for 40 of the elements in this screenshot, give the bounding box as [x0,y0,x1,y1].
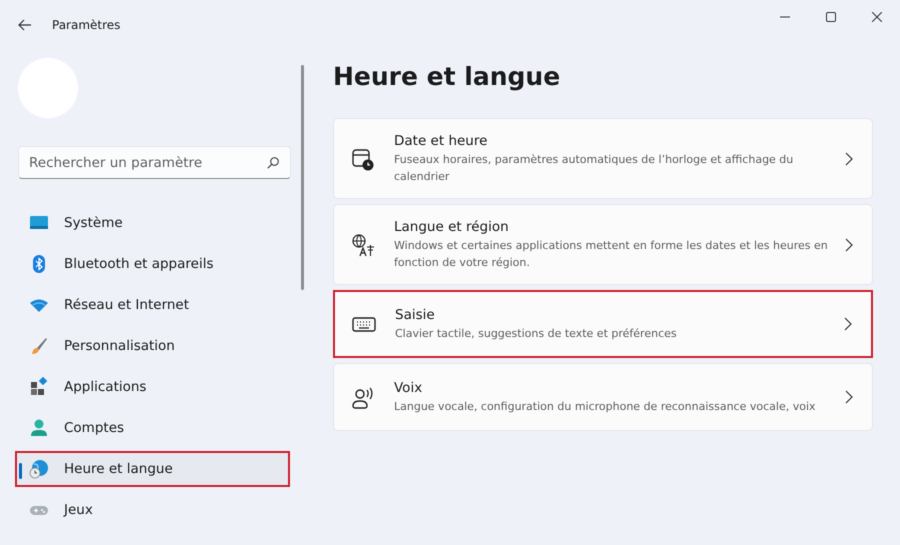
chevron-right-icon [843,317,853,331]
card-title: Saisie [395,306,436,322]
maximize-icon [826,12,836,22]
chevron-right-icon [844,238,854,252]
sidebar-item[interactable]: Bluetooth et appareils [15,246,290,282]
selection-indicator [19,463,22,479]
sidebar-item[interactable]: Système [15,205,290,241]
back-arrow-icon [18,19,32,31]
chevron-right-icon [844,152,854,166]
settings-card[interactable]: Date et heure Fuseaux horaires, paramètres automatiques de l’horloge et affichage du calendrier [333,118,873,199]
sidebar-item[interactable]: Réseau et Internet [15,287,290,323]
person-icon [29,418,49,438]
settings-card[interactable]: Voix Langue vocale, configuration du microphone de reconnaissance vocale, voix [333,363,873,431]
settings-card[interactable]: Saisie Clavier tactile, suggestions de texte et préférences [333,290,873,358]
globe-clock-icon [29,459,49,479]
close-icon [872,12,882,22]
settings-card[interactable]: Langue et région Windows et certaines applications mettent en forme les dates et les heures en fonction de votre région. [333,204,873,285]
page-title: Heure et langue [333,62,562,93]
card-description: Windows et certaines applications mettent en forme les dates et les heures en fonction de votre région. [394,238,829,270]
card-title: Date et heure [394,132,488,148]
search-field[interactable]: Rechercher un paramètre [18,146,291,179]
search-icon [267,157,279,169]
apps-icon [29,377,49,397]
card-description: Clavier tactile, suggestions de texte et préférences [395,326,678,342]
paintbrush-icon [29,336,49,356]
card-title: Langue et région [394,218,510,234]
chevron-right-icon [844,390,854,404]
language-icon [351,232,375,256]
card-description: Langue vocale, configuration du microphone de reconnaissance vocale, voix [394,398,817,414]
window-title: Paramètres [52,18,120,32]
speaking-person-icon [351,385,375,409]
card-title: Voix [394,380,424,396]
sidebar-item[interactable]: Heure et langue [15,451,290,487]
scrollbar[interactable] [301,65,304,290]
sidebar-item[interactable]: Jeux [15,492,290,528]
card-description: Fuseaux horaires, paramètres automatiques de l’horloge et affichage du calendrier [394,152,794,184]
sidebar-item[interactable]: Comptes [15,410,290,446]
sidebar-item[interactable]: Applications [15,369,290,405]
calendar-clock-icon [351,146,375,170]
sidebar-item[interactable]: Personnalisation [15,328,290,364]
